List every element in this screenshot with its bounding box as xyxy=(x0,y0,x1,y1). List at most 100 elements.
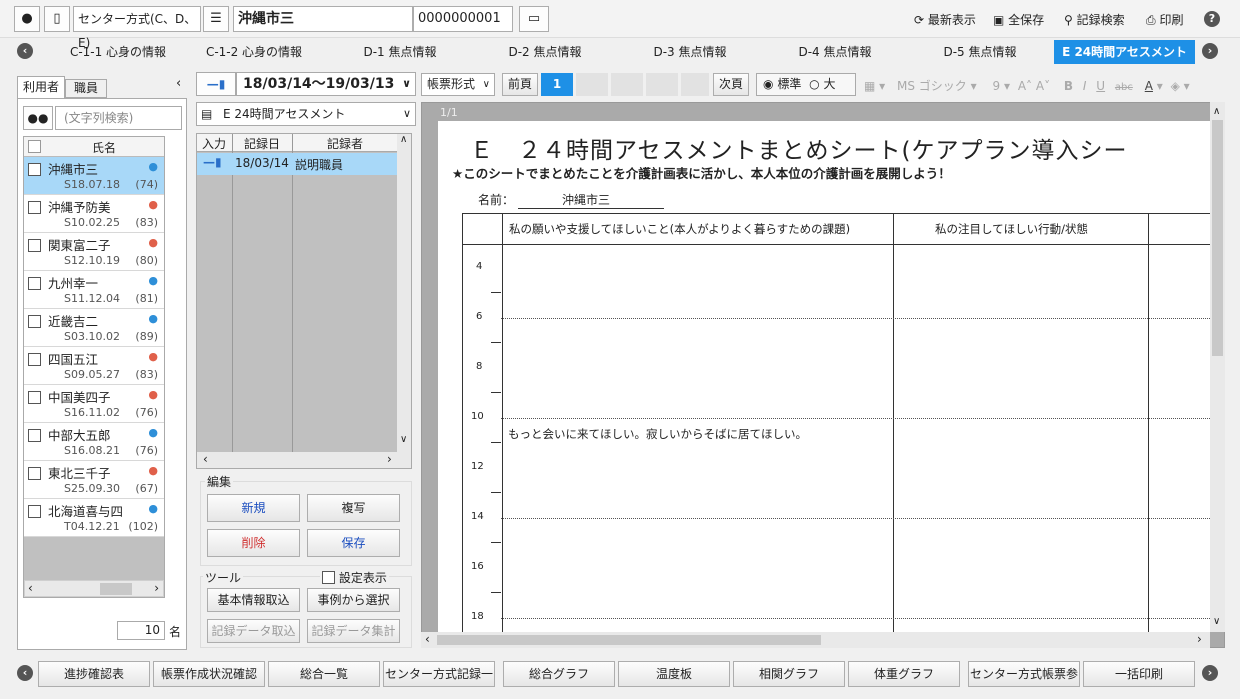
tabs-next-button[interactable]: › xyxy=(1202,43,1218,59)
next-page-button[interactable]: 次頁 xyxy=(713,73,749,96)
select-all-checkbox[interactable] xyxy=(28,140,41,153)
batch-print-button[interactable]: 一括印刷 xyxy=(1083,661,1195,687)
people-list-scrollbar[interactable]: ‹ › xyxy=(24,580,164,597)
scroll-thumb[interactable] xyxy=(1212,120,1223,356)
collapse-left-button[interactable]: ‹ xyxy=(176,76,181,91)
font-grow-icon[interactable]: A˄ xyxy=(1018,79,1032,93)
ruby-icon[interactable]: ▦ ▾ xyxy=(864,79,885,93)
weight-graph-button[interactable]: 体重グラフ xyxy=(848,661,960,687)
save-all-button[interactable]: ▣ 全保存 xyxy=(993,11,1044,28)
row-checkbox[interactable] xyxy=(28,277,41,290)
form-status-button[interactable]: 帳票作成状況確認 xyxy=(153,661,265,687)
summary-list-button[interactable]: 総合一覧 xyxy=(268,661,380,687)
tab-d-3[interactable]: D-3 焦点情報 xyxy=(632,40,748,64)
records-hscrollbar[interactable]: ‹ › xyxy=(197,452,411,468)
correlation-graph-button[interactable]: 相関グラフ xyxy=(733,661,845,687)
list-item[interactable]: 近畿吉二 ● S03.10.02 (89) xyxy=(24,309,164,347)
prev-page-button[interactable]: 前頁 xyxy=(502,73,538,96)
text-search-input[interactable]: (文字列検索) xyxy=(55,106,182,130)
row-checkbox[interactable] xyxy=(28,391,41,404)
list-item[interactable]: 東北三千子 ● S25.09.30 (67) xyxy=(24,461,164,499)
row-checkbox[interactable] xyxy=(28,505,41,518)
users-tab[interactable]: 利用者 xyxy=(17,76,65,98)
record-data-aggregate-button[interactable]: 記録データ集計 xyxy=(307,619,400,643)
help-button[interactable]: ? xyxy=(1204,11,1220,27)
basic-info-import-button[interactable]: 基本情報取込 xyxy=(207,588,300,612)
font-shrink-icon[interactable]: A˅ xyxy=(1036,79,1050,93)
date-range-select[interactable]: 18/03/14～19/03/13 ∨ xyxy=(236,72,416,96)
row-checkbox[interactable] xyxy=(28,429,41,442)
tabs-prev-button[interactable]: ‹ xyxy=(17,43,33,59)
list-item[interactable]: 関東富二子 ● S12.10.19 (80) xyxy=(24,233,164,271)
new-button[interactable]: 新規 xyxy=(207,494,300,522)
row-checkbox[interactable] xyxy=(28,239,41,252)
delete-button[interactable]: 削除 xyxy=(207,529,300,557)
bottom-prev-button[interactable]: ‹ xyxy=(17,665,33,681)
center-form-ref-button[interactable]: センター方式帳票参 xyxy=(968,661,1080,687)
row-checkbox[interactable] xyxy=(28,467,41,480)
list-item[interactable]: 四国五江 ● S09.05.27 (83) xyxy=(24,347,164,385)
radio-standard-selected[interactable]: ◉ xyxy=(763,77,773,91)
record-data-import-button[interactable]: 記録データ取込 xyxy=(207,619,300,643)
records-vscrollbar[interactable]: ∧ ∨ xyxy=(397,134,411,452)
tab-d-2[interactable]: D-2 焦点情報 xyxy=(487,40,603,64)
tab-d-5[interactable]: D-5 焦点情報 xyxy=(922,40,1038,64)
case-select-button[interactable]: 事例から選択 xyxy=(307,588,400,612)
list-item[interactable]: 北海道喜与四 ● T04.12.21 (102) xyxy=(24,499,164,537)
summary-graph-button[interactable]: 総合グラフ xyxy=(503,661,615,687)
print-button[interactable]: ⎙ 印刷 xyxy=(1146,11,1183,28)
bold-icon[interactable]: B xyxy=(1064,79,1073,93)
tab-c-1-2[interactable]: C-1-2 心身の情報 xyxy=(188,40,320,64)
checkbox-box[interactable] xyxy=(322,571,335,584)
font-color-icon[interactable]: A xyxy=(1145,79,1153,93)
row-checkbox[interactable] xyxy=(28,353,41,366)
center-record-list-button[interactable]: センター方式記録一 xyxy=(383,661,495,687)
tab-e-24h[interactable]: E 24時間アセスメント xyxy=(1054,40,1195,64)
record-row[interactable]: —▮ 18/03/14 説明職員 xyxy=(197,153,397,175)
italic-icon[interactable]: I xyxy=(1083,79,1087,93)
save-button[interactable]: 保存 xyxy=(307,529,400,557)
doc-hscrollbar[interactable]: ‹ › xyxy=(421,632,1210,648)
settings-display-checkbox[interactable]: 設定表示 xyxy=(320,569,389,586)
fill-color-icon[interactable]: ◈ xyxy=(1171,79,1180,93)
scroll-thumb[interactable] xyxy=(100,583,132,595)
list-item[interactable]: 沖縄予防美 ● S10.02.25 (83) xyxy=(24,195,164,233)
name-label: 名前： xyxy=(478,193,515,207)
copy-button[interactable]: 複写 xyxy=(307,494,400,522)
row-checkbox[interactable] xyxy=(28,315,41,328)
panel-toggle-icon[interactable]: ▭ xyxy=(519,6,549,32)
tab-d-1[interactable]: D-1 焦点情報 xyxy=(342,40,458,64)
tab-c-1-1[interactable]: C-1-1 心身の情報 xyxy=(48,40,188,64)
sheet-select[interactable]: ▤ E 24時間アセスメント ∨ xyxy=(196,102,416,126)
date-range-icon[interactable]: —▮ xyxy=(196,72,236,96)
list-icon[interactable]: ☰ xyxy=(203,6,229,32)
list-item[interactable]: 沖縄市三 ● S18.07.18 (74) xyxy=(24,157,164,195)
female-icon: ● xyxy=(148,236,158,249)
refresh-button[interactable]: ⟳ 最新表示 xyxy=(914,11,976,28)
col-divider xyxy=(232,134,233,452)
strikethrough-icon[interactable]: abc xyxy=(1115,82,1133,93)
doc-vscrollbar[interactable]: ∧ ∨ xyxy=(1210,102,1225,632)
chevron-right-icon: › xyxy=(1202,43,1218,59)
list-item[interactable]: 九州幸一 ● S11.12.04 (81) xyxy=(24,271,164,309)
font-select[interactable]: MS ゴシック xyxy=(897,79,967,93)
row-checkbox[interactable] xyxy=(28,201,41,214)
format-select[interactable]: 帳票形式 ∨ xyxy=(421,73,495,96)
list-item[interactable]: 中国美四子 ● S16.11.02 (76) xyxy=(24,385,164,423)
scroll-thumb[interactable] xyxy=(437,635,821,645)
list-item[interactable]: 中部大五郎 ● S16.08.21 (76) xyxy=(24,423,164,461)
staff-tab[interactable]: 職員 xyxy=(65,79,107,98)
bottom-next-button[interactable]: › xyxy=(1202,665,1218,681)
row-checkbox[interactable] xyxy=(28,163,41,176)
building-icon[interactable]: ▯ xyxy=(44,6,70,32)
record-search-button[interactable]: ⚲ 記録検索 xyxy=(1064,11,1125,28)
page-1-button[interactable]: 1 xyxy=(541,73,573,96)
progress-check-button[interactable]: 進捗確認表 xyxy=(38,661,150,687)
font-size-select[interactable]: 9 xyxy=(993,79,1001,93)
underline-icon[interactable]: U xyxy=(1096,79,1105,93)
radio-large[interactable]: ○ xyxy=(809,77,819,91)
temperature-chart-button[interactable]: 温度板 xyxy=(618,661,730,687)
group-icon[interactable]: ●● xyxy=(23,106,53,130)
tab-d-4[interactable]: D-4 焦点情報 xyxy=(777,40,893,64)
person-icon[interactable]: ● xyxy=(14,6,40,32)
